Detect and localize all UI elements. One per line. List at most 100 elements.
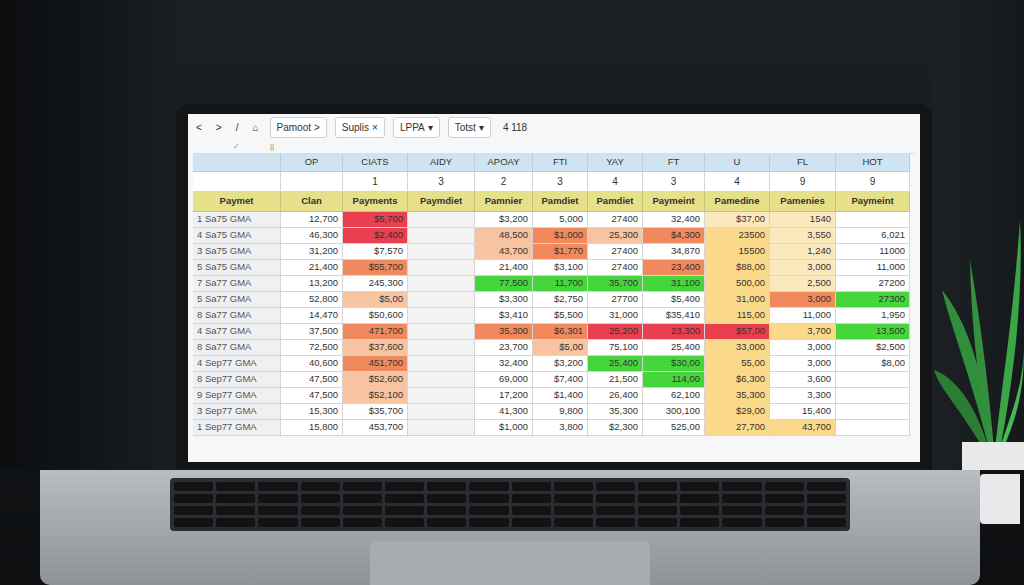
key[interactable] [722,518,761,527]
table-cell[interactable]: 46,300 [281,228,343,244]
table-cell[interactable]: 9,800 [533,404,588,420]
table-row[interactable]: 4 Sa75 GMA46,300$2,40048,500$1,00025,300… [193,228,915,244]
table-cell[interactable]: $30,00 [643,356,705,372]
table-cell[interactable]: 115,00 [705,308,770,324]
table-cell[interactable]: 37,500 [281,324,343,340]
table-row[interactable]: 9 Sep77 GMA47,500$52,10017,200$1,40026,4… [193,388,915,404]
number-cell[interactable]: 4 [588,172,643,192]
table-cell[interactable]: $52,100 [343,388,408,404]
table-cell[interactable]: 35,300 [705,388,770,404]
table-cell[interactable]: 35,300 [475,324,533,340]
key[interactable] [343,518,382,527]
number-cell[interactable]: 1 [343,172,408,192]
key[interactable] [554,482,593,491]
table-cell[interactable] [408,276,475,292]
key[interactable] [765,518,804,527]
key[interactable] [216,518,255,527]
label-cell[interactable]: Pamenies [770,192,836,212]
table-cell[interactable]: 35,700 [588,276,643,292]
table-cell[interactable]: 3,550 [770,228,836,244]
key[interactable] [301,518,340,527]
toolbar-menu[interactable]: Pamoot> [270,117,327,138]
label-cell[interactable]: Paymeint [643,192,705,212]
key[interactable] [385,494,424,503]
table-cell[interactable] [408,372,475,388]
table-row[interactable]: 8 Sa77 GMA72,500$37,60023,700$5,0075,100… [193,340,915,356]
key[interactable] [554,518,593,527]
table-cell[interactable]: 47,500 [281,388,343,404]
key[interactable] [680,506,719,515]
table-cell[interactable]: 72,500 [281,340,343,356]
key[interactable] [638,494,677,503]
table-cell[interactable] [836,372,910,388]
table-cell[interactable]: 11,000 [836,260,910,276]
table-cell[interactable]: 55,00 [705,356,770,372]
key[interactable] [258,482,297,491]
table-cell[interactable] [408,388,475,404]
table-cell[interactable]: 471,700 [343,324,408,340]
key[interactable] [638,482,677,491]
key[interactable] [301,494,340,503]
key[interactable] [385,506,424,515]
key[interactable] [469,494,508,503]
table-cell[interactable]: 25,300 [588,228,643,244]
table-row[interactable]: 3 Sep77 GMA15,300$35,70041,3009,80035,30… [193,404,915,420]
table-cell[interactable]: 3,000 [770,340,836,356]
key[interactable] [469,518,508,527]
key[interactable] [343,482,382,491]
key[interactable] [427,506,466,515]
table-cell[interactable]: 25,400 [643,340,705,356]
table-cell[interactable]: 31,000 [705,292,770,308]
key[interactable] [554,494,593,503]
key[interactable] [638,506,677,515]
table-cell[interactable]: 14,470 [281,308,343,324]
table-cell[interactable]: 6,021 [836,228,910,244]
table-cell[interactable]: 15500 [705,244,770,260]
table-cell[interactable] [836,388,910,404]
key[interactable] [765,506,804,515]
column-header[interactable]: FL [770,154,836,172]
key[interactable] [765,482,804,491]
table-cell[interactable]: 23,700 [475,340,533,356]
table-cell[interactable]: 1,950 [836,308,910,324]
table-cell[interactable]: 69,000 [475,372,533,388]
table-cell[interactable]: $7,570 [343,244,408,260]
table-cell[interactable]: $5,400 [643,292,705,308]
key[interactable] [427,518,466,527]
key[interactable] [638,518,677,527]
table-cell[interactable]: 3,800 [533,420,588,436]
table-cell[interactable]: $37,00 [705,212,770,228]
table-cell[interactable]: $29,00 [705,404,770,420]
table-cell[interactable] [408,212,475,228]
label-cell[interactable]: Pamnier [475,192,533,212]
table-cell[interactable]: 453,700 [343,420,408,436]
row-label[interactable]: 3 Sep77 GMA [193,404,281,420]
table-cell[interactable]: $1,770 [533,244,588,260]
table-cell[interactable]: 27,700 [705,420,770,436]
table-cell[interactable]: 27400 [588,244,643,260]
table-cell[interactable]: 451,700 [343,356,408,372]
row-label[interactable]: 4 Sa75 GMA [193,228,281,244]
table-cell[interactable]: 40,600 [281,356,343,372]
key[interactable] [596,506,635,515]
table-cell[interactable]: 47,500 [281,372,343,388]
label-cell[interactable]: Paymdiet [408,192,475,212]
table-row[interactable]: 7 Sa77 GMA13,200245,30077,50011,70035,70… [193,276,915,292]
row-label[interactable]: 9 Sep77 GMA [193,388,281,404]
table-cell[interactable]: $1,000 [475,420,533,436]
table-cell[interactable] [408,356,475,372]
key[interactable] [343,506,382,515]
table-cell[interactable]: 3,000 [770,356,836,372]
column-header[interactable]: OP [281,154,343,172]
column-header[interactable]: APOAY [475,154,533,172]
key[interactable] [301,482,340,491]
table-cell[interactable]: $52,600 [343,372,408,388]
table-cell[interactable] [408,228,475,244]
row-label[interactable]: 5 Sa77 GMA [193,292,281,308]
key[interactable] [427,482,466,491]
table-cell[interactable]: $5,00 [343,292,408,308]
row-label[interactable]: 8 Sa77 GMA [193,340,281,356]
number-cell[interactable]: 2 [475,172,533,192]
table-cell[interactable]: $2,400 [343,228,408,244]
key[interactable] [765,494,804,503]
